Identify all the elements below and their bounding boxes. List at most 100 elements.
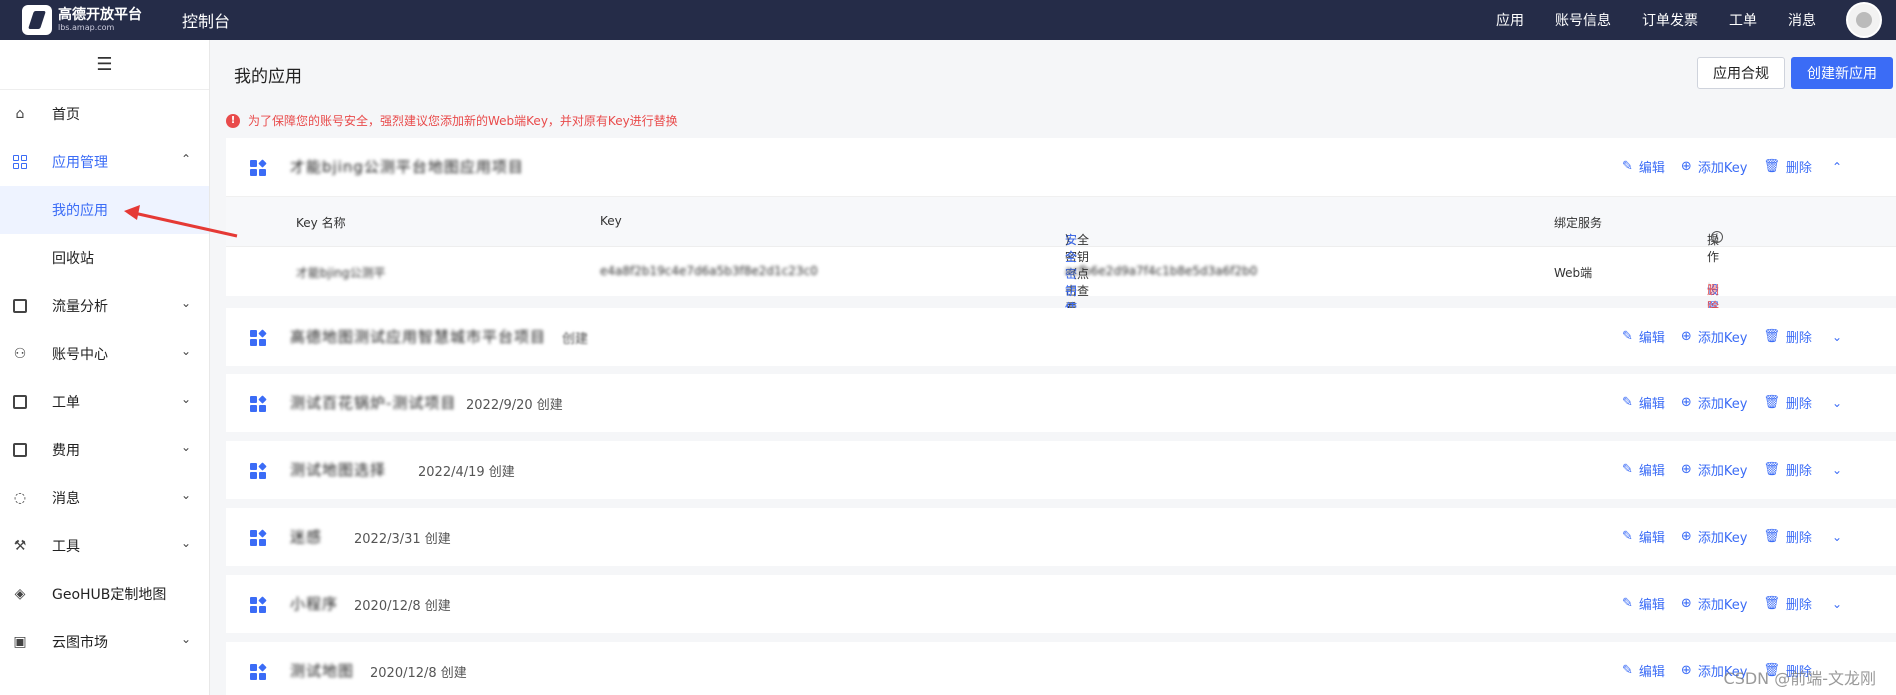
edit-button[interactable]: ✎ 编辑	[1622, 661, 1665, 680]
delete-button[interactable]: 🗑 删除	[1763, 460, 1812, 479]
logo[interactable]: 高德开放平台 lbs.amap.com	[22, 5, 160, 35]
chevron-down-icon: ⌄	[180, 536, 191, 550]
avatar[interactable]	[1846, 2, 1882, 38]
sidebar-item-store[interactable]: ▣ 云图市场 ⌄	[0, 618, 209, 666]
app-card: 高德地图测试应用智慧城市平台项目 创建 ✎ 编辑 ⊕ 添加Key 🗑 删除 ⌄	[226, 308, 1896, 366]
sidebar-item-account[interactable]: ⚇ 账号中心 ⌄	[0, 330, 209, 378]
console-title[interactable]: 控制台	[182, 8, 230, 32]
sidebar-item-label: 流量分析	[52, 299, 108, 315]
app-name: 小程序	[290, 595, 339, 613]
chevron-down-icon[interactable]: ⌄	[1832, 330, 1842, 344]
app-compliance-button[interactable]: 应用合规	[1697, 57, 1785, 89]
sidebar-item-traffic[interactable]: 流量分析 ⌄	[0, 282, 209, 330]
app-card: 测试地图选择 2022/4/19 创建 ✎ 编辑 ⊕ 添加Key 🗑 删除 ⌄	[226, 441, 1896, 499]
chevron-down-icon[interactable]: ⌄	[1832, 463, 1842, 477]
delete-button[interactable]: 🗑 删除	[1763, 157, 1812, 176]
app-created-date: 创建	[562, 332, 589, 347]
app-card-header[interactable]: 测试地图选择 2022/4/19 创建 ✎ 编辑 ⊕ 添加Key 🗑 删除 ⌄	[226, 441, 1896, 499]
app-card-header[interactable]: 迷感 2022/3/31 创建 ✎ 编辑 ⊕ 添加Key 🗑 删除 ⌄	[226, 508, 1896, 566]
sidebar-item-fee[interactable]: 费用 ⌄	[0, 426, 209, 474]
add-key-button[interactable]: ⊕ 添加Key	[1681, 594, 1747, 613]
edit-button[interactable]: ✎ 编辑	[1622, 460, 1665, 479]
key-name: 才能bjing公测平	[296, 266, 386, 280]
app-actions: ✎ 编辑 ⊕ 添加Key 🗑 删除 ⌃	[1622, 157, 1842, 176]
sidebar-item-geohub[interactable]: ◈ GeoHUB定制地图	[0, 570, 209, 618]
topnav-invoice[interactable]: 订单发票	[1642, 10, 1698, 30]
sidebar-item-label: GeoHUB定制地图	[52, 587, 167, 603]
key-table: Key 名称 Key 安全密钥（点击查看安全密钥使用说明） 绑定服务 操作i 才…	[226, 196, 1896, 366]
plus-circle-icon: ⊕	[1680, 159, 1692, 174]
app-icon	[250, 596, 267, 613]
chevron-up-icon[interactable]: ⌃	[1832, 160, 1842, 174]
app-created-date: 2020/12/8 创建	[354, 599, 451, 614]
top-nav: 应用 账号信息 订单发票 工单 消息	[1465, 0, 1816, 40]
add-key-button[interactable]: ⊕ 添加Key	[1681, 460, 1747, 479]
sidebar-item-recycle-bin[interactable]: 回收站	[0, 234, 209, 282]
topnav-account[interactable]: 账号信息	[1555, 10, 1611, 30]
sidebar-item-label: 首页	[52, 107, 80, 123]
chevron-down-icon: ⌄	[180, 440, 191, 454]
edit-button[interactable]: ✎ 编辑	[1622, 327, 1665, 346]
chevron-down-icon: ⌄	[180, 344, 191, 358]
info-icon[interactable]: i	[1711, 231, 1723, 243]
edit-icon: ✎	[1622, 462, 1633, 477]
sidebar-item-app-management[interactable]: 应用管理 ⌃	[0, 138, 209, 186]
col-key: Key	[600, 214, 622, 228]
main-content: 我的应用 应用合规 创建新应用 ! 为了保障您的账号安全，强烈建议您添加新的We…	[210, 40, 1896, 695]
edit-icon: ✎	[1622, 529, 1633, 544]
plus-circle-icon: ⊕	[1680, 329, 1692, 344]
delete-button[interactable]: 🗑 删除	[1763, 527, 1812, 546]
app-card-header[interactable]: 高德地图测试应用智慧城市平台项目 创建 ✎ 编辑 ⊕ 添加Key 🗑 删除 ⌄	[226, 308, 1896, 366]
layers-icon: ◈	[14, 586, 26, 602]
add-key-button[interactable]: ⊕ 添加Key	[1681, 327, 1747, 346]
chevron-down-icon[interactable]: ⌄	[1832, 396, 1842, 410]
table-row: 才能bjing公测平 e4a8f2b19c4e7d6a5b3f8e2d1c23c…	[226, 246, 1896, 314]
home-icon: ⌂	[15, 106, 25, 122]
create-app-button[interactable]: 创建新应用	[1791, 57, 1893, 89]
delete-button[interactable]: 🗑 删除	[1763, 393, 1812, 412]
add-key-button[interactable]: ⊕ 添加Key	[1681, 393, 1747, 412]
edit-button[interactable]: ✎ 编辑	[1622, 527, 1665, 546]
sidebar-item-label: 消息	[52, 491, 80, 507]
app-created-date: 2022/9/20 创建	[466, 398, 563, 413]
col-service: 绑定服务	[1554, 216, 1603, 230]
menu-icon[interactable]: ☰	[0, 40, 209, 90]
sidebar-item-label: 账号中心	[52, 347, 108, 363]
app-created-date: 2020/12/8 创建	[370, 666, 467, 681]
app-card: 小程序 2020/12/8 创建 ✎ 编辑 ⊕ 添加Key 🗑 删除 ⌄	[226, 575, 1896, 633]
sidebar-item-tool[interactable]: ⚒ 工具 ⌄	[0, 522, 209, 570]
chevron-down-icon[interactable]: ⌄	[1832, 530, 1842, 544]
chevron-down-icon[interactable]: ⌄	[1832, 597, 1842, 611]
app-card-header[interactable]: 测试百花锅炉-测试项目 2022/9/20 创建 ✎ 编辑 ⊕ 添加Key 🗑 删除 …	[226, 374, 1896, 432]
app-actions: ✎ 编辑 ⊕ 添加Key 🗑 删除 ⌄	[1622, 527, 1842, 546]
edit-button[interactable]: ✎ 编辑	[1622, 157, 1665, 176]
sidebar-item-ticket[interactable]: 工单 ⌄	[0, 378, 209, 426]
top-bar: 高德开放平台 lbs.amap.com 控制台 应用 账号信息 订单发票 工单 …	[0, 0, 1896, 40]
user-icon: ⚇	[13, 346, 27, 362]
edit-button[interactable]: ✎ 编辑	[1622, 393, 1665, 412]
app-card-header[interactable]: 小程序 2020/12/8 创建 ✎ 编辑 ⊕ 添加Key 🗑 删除 ⌄	[226, 575, 1896, 633]
store-icon: ▣	[13, 634, 27, 650]
app-icon	[250, 159, 267, 176]
app-card-header[interactable]: 测试地图 2020/12/8 创建 ✎ 编辑 ⊕ 添加Key 🗑 删除	[226, 642, 1896, 695]
add-key-button[interactable]: ⊕ 添加Key	[1681, 157, 1747, 176]
secret-value: acfb6e2d9a7f4c1b8e5d3a6f2b0	[1065, 264, 1258, 278]
topnav-apps[interactable]: 应用	[1496, 10, 1524, 30]
warning-text: 为了保障您的账号安全，强烈建议您添加新的Web端Key，并对原有Key进行替换	[248, 114, 678, 128]
edit-icon: ✎	[1622, 329, 1633, 344]
sidebar-item-message[interactable]: ◌ 消息 ⌄	[0, 474, 209, 522]
plus-circle-icon: ⊕	[1680, 663, 1692, 678]
app-card-header[interactable]: 才能bjing公测平台地图应用项目 ✎ 编辑 ⊕ 添加Key 🗑 删除 ⌃	[226, 138, 1896, 196]
edit-icon: ✎	[1622, 596, 1633, 611]
delete-button[interactable]: 🗑 删除	[1763, 594, 1812, 613]
delete-button[interactable]: 🗑 删除	[1763, 327, 1812, 346]
sidebar-item-home[interactable]: ⌂ 首页	[0, 90, 209, 138]
watermark: CSDN @前端-文龙刚	[1723, 669, 1876, 688]
key-value: e4a8f2b19c4e7d6a5b3f8e2d1c23c0	[600, 264, 818, 278]
topnav-ticket[interactable]: 工单	[1729, 10, 1757, 30]
add-key-button[interactable]: ⊕ 添加Key	[1681, 527, 1747, 546]
sidebar: ☰ ⌂ 首页 应用管理 ⌃ 我的应用 回收站 流量分析 ⌄ ⚇ 账号中心 ⌄ 工…	[0, 40, 210, 695]
topnav-message[interactable]: 消息	[1788, 10, 1816, 30]
sidebar-item-my-apps[interactable]: 我的应用	[0, 186, 209, 234]
edit-button[interactable]: ✎ 编辑	[1622, 594, 1665, 613]
